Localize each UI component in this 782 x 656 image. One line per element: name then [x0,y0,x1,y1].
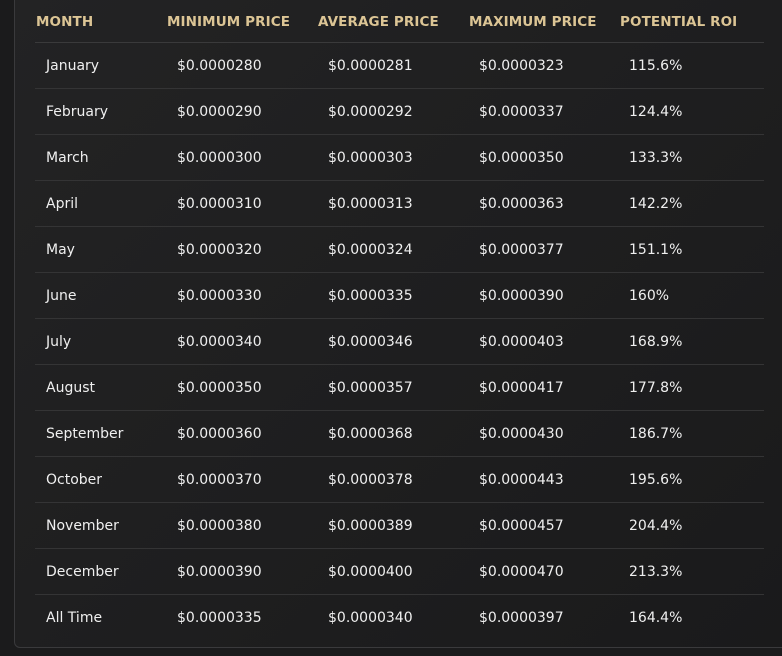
table-row: February $0.0000290 $0.0000292 $0.0000337 12… [35,88,764,135]
cell-month: June [35,272,161,319]
cell-maximum-price: $0.0000430 [463,410,614,457]
column-header-average-price: AVERAGE PRICE [312,1,463,43]
cell-maximum-price: $0.0000377 [463,226,614,273]
cell-minimum-price: $0.0000310 [161,180,312,227]
cell-average-price: $0.0000292 [312,88,463,135]
cell-month: October [35,456,161,503]
cell-minimum-price: $0.0000280 [161,42,312,89]
cell-minimum-price: $0.0000330 [161,272,312,319]
cell-month: February [35,88,161,135]
cell-maximum-price: $0.0000390 [463,272,614,319]
header-row: MONTH MINIMUM PRICE AVERAGE PRICE MAXIMU… [35,1,764,43]
cell-maximum-price: $0.0000403 [463,318,614,365]
cell-maximum-price: $0.0000323 [463,42,614,89]
cell-minimum-price: $0.0000320 [161,226,312,273]
cell-potential-roi: 142.2% [614,180,764,227]
column-header-maximum-price: MAXIMUM PRICE [463,1,614,43]
cell-potential-roi: 186.7% [614,410,764,457]
table-row: July $0.0000340 $0.0000346 $0.0000403 168.9% [35,318,764,365]
cell-potential-roi: 213.3% [614,548,764,595]
table-row: October $0.0000370 $0.0000378 $0.0000443 195… [35,456,764,503]
table-row: November $0.0000380 $0.0000389 $0.0000457 20… [35,502,764,549]
cell-maximum-price: $0.0000443 [463,456,614,503]
column-header-minimum-price: MINIMUM PRICE [161,1,312,43]
cell-month: May [35,226,161,273]
cell-minimum-price: $0.0000360 [161,410,312,457]
cell-potential-roi: 177.8% [614,364,764,411]
cell-maximum-price: $0.0000363 [463,180,614,227]
cell-average-price: $0.0000389 [312,502,463,549]
cell-minimum-price: $0.0000390 [161,548,312,595]
cell-average-price: $0.0000368 [312,410,463,457]
table-row: June $0.0000330 $0.0000335 $0.0000390 160% [35,272,764,319]
table-row: January $0.0000280 $0.0000281 $0.0000323 115… [35,42,764,89]
price-prediction-panel: MONTH MINIMUM PRICE AVERAGE PRICE MAXIMU… [14,0,782,648]
cell-minimum-price: $0.0000335 [177,609,262,626]
cell-month: September [35,410,161,457]
cell-month: All Time [46,609,103,626]
table-row: August $0.0000350 $0.0000357 $0.0000417 177.… [35,364,764,411]
cell-maximum-price: $0.0000350 [463,134,614,181]
cell-month: November [35,502,161,549]
cell-potential-roi: 151.1% [614,226,764,273]
cell-average-price: $0.0000346 [312,318,463,365]
cell-minimum-price: $0.0000370 [161,456,312,503]
cell-month: January [35,42,161,89]
cell-average-price: $0.0000378 [312,456,463,503]
table-row: April $0.0000310 $0.0000313 $0.0000363 142.2… [35,180,764,227]
cell-average-price: $0.0000400 [312,548,463,595]
cell-month: April [35,180,161,227]
cell-potential-roi: 164.4% [629,609,683,626]
cell-minimum-price: $0.0000290 [161,88,312,135]
cell-average-price: $0.0000340 [328,609,413,626]
cell-maximum-price: $0.0000337 [463,88,614,135]
table-row: May $0.0000320 $0.0000324 $0.0000377 151.1% [35,226,764,273]
cell-minimum-price: $0.0000340 [161,318,312,365]
cell-maximum-price: $0.0000470 [463,548,614,595]
cell-average-price: $0.0000357 [312,364,463,411]
cell-potential-roi: 160% [614,272,764,319]
cell-potential-roi: 124.4% [614,88,764,135]
cell-average-price: $0.0000313 [312,180,463,227]
table-row: September $0.0000360 $0.0000368 $0.0000430 1… [35,410,764,457]
table-row: December $0.0000390 $0.0000400 $0.0000470 21… [35,548,764,595]
cell-minimum-price: $0.0000380 [161,502,312,549]
cell-minimum-price: $0.0000300 [161,134,312,181]
cell-potential-roi: 195.6% [614,456,764,503]
cell-average-price: $0.0000281 [312,42,463,89]
cell-average-price: $0.0000324 [312,226,463,273]
cell-potential-roi: 115.6% [614,42,764,89]
column-header-potential-roi: POTENTIAL ROI [614,1,764,43]
cell-month: July [35,318,161,365]
cell-month: December [35,548,161,595]
cell-average-price: $0.0000335 [312,272,463,319]
table-body: January $0.0000280 $0.0000281 $0.0000323 115… [35,42,764,641]
table-row: March $0.0000300 $0.0000303 $0.0000350 133.3… [35,134,764,181]
table-row: All Time $0.0000335 $0.0000340 $0.0000397 16… [35,595,764,641]
cell-maximum-price: $0.0000397 [479,609,564,626]
cell-month: August [35,364,161,411]
cell-month: March [35,134,161,181]
cell-maximum-price: $0.0000417 [463,364,614,411]
column-header-month: MONTH [35,1,161,43]
table-header: MONTH MINIMUM PRICE AVERAGE PRICE MAXIMU… [35,1,764,43]
cell-potential-roi: 168.9% [614,318,764,365]
cell-potential-roi: 133.3% [614,134,764,181]
cell-potential-roi: 204.4% [614,502,764,549]
cell-maximum-price: $0.0000457 [463,502,614,549]
cell-average-price: $0.0000303 [312,134,463,181]
price-prediction-table: MONTH MINIMUM PRICE AVERAGE PRICE MAXIMU… [35,1,764,640]
cell-minimum-price: $0.0000350 [161,364,312,411]
